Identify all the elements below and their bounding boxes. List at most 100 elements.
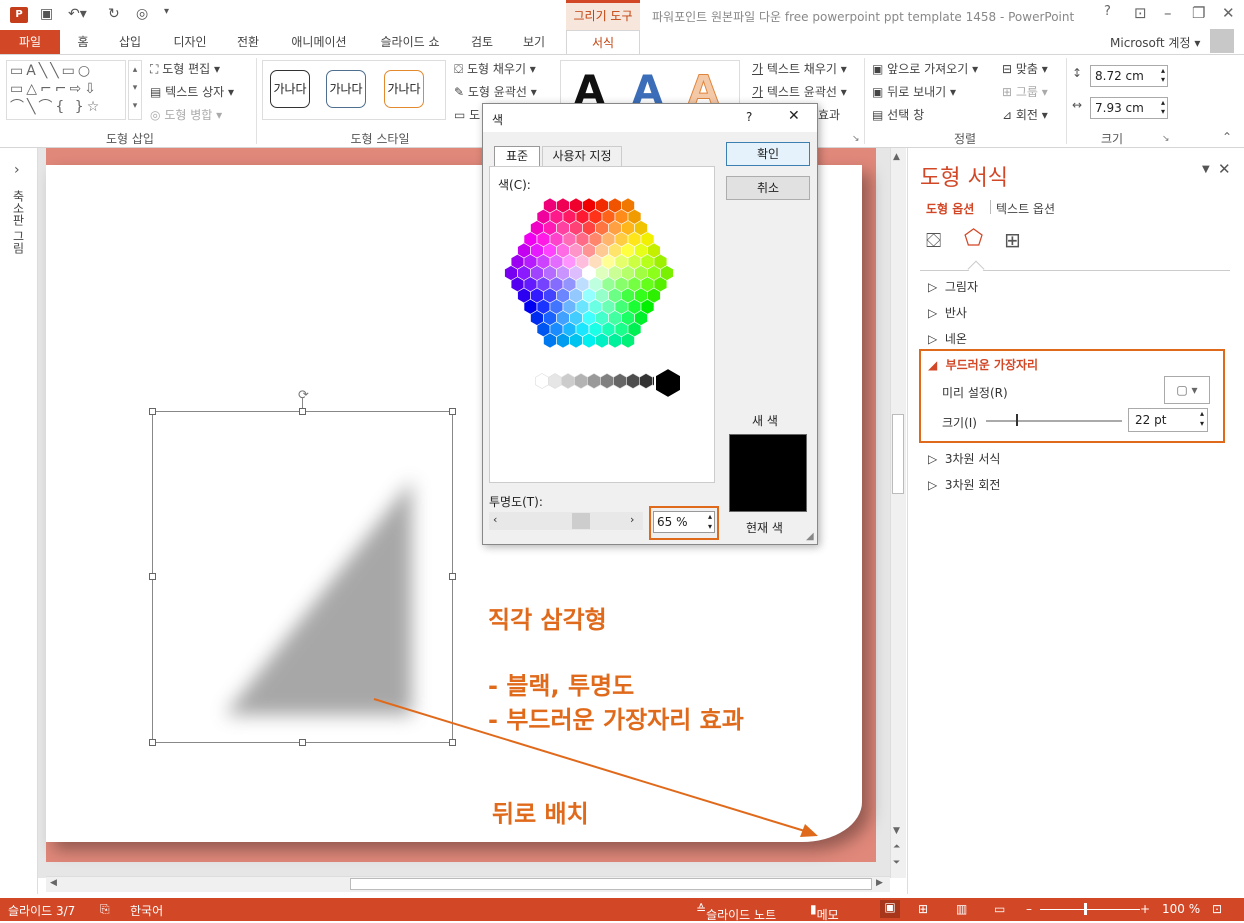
section-reflection[interactable]: ▷ 반사 xyxy=(928,304,967,321)
avatar[interactable] xyxy=(1210,29,1234,53)
resize-handle[interactable] xyxy=(299,408,306,415)
previous-slide-icon[interactable]: ⏶ xyxy=(893,842,900,852)
group-button[interactable]: ⊞ 그룹 ▾ xyxy=(1002,83,1048,100)
text-box-button[interactable]: ▤ 텍스트 상자 ▾ xyxy=(150,83,234,100)
restore-button[interactable]: ❐ xyxy=(1192,4,1205,22)
dialog-launcher-icon[interactable]: ↘ xyxy=(852,134,860,144)
zoom-out-icon[interactable]: – xyxy=(1026,902,1032,916)
expand-thumbnails-icon[interactable]: › xyxy=(14,162,20,178)
horizontal-scroll-thumb[interactable] xyxy=(350,878,872,890)
size-slider-track[interactable] xyxy=(986,420,1122,422)
slider-left-icon[interactable]: ‹ xyxy=(493,513,497,526)
resize-handle[interactable] xyxy=(449,739,456,746)
grey-cell[interactable] xyxy=(626,373,640,389)
thumbnail-pane-collapsed[interactable] xyxy=(0,148,38,894)
transparency-slider-thumb[interactable] xyxy=(572,513,590,529)
next-slide-icon[interactable]: ⏷ xyxy=(893,858,900,868)
soft-edges-size-input[interactable]: 22 pt ▴ ▾ xyxy=(1128,408,1208,432)
language-indicator[interactable]: 한국어 xyxy=(130,902,163,919)
section-glow[interactable]: ▷ 네온 xyxy=(928,330,967,347)
vertical-scrollbar[interactable] xyxy=(890,148,906,878)
vertical-scroll-thumb[interactable] xyxy=(892,414,904,494)
text-outline-button[interactable]: 가 텍스트 윤곽선 ▾ xyxy=(752,83,847,100)
fit-slide-icon[interactable]: ⊡ xyxy=(1212,902,1222,916)
transparency-slider[interactable] xyxy=(489,512,643,530)
shape-outline-button[interactable]: ✎ 도형 윤곽선 ▾ xyxy=(454,83,537,100)
help-button[interactable]: ? xyxy=(1104,4,1111,19)
grey-cell[interactable] xyxy=(613,373,627,389)
grey-cell[interactable] xyxy=(587,373,601,389)
section-3d-format[interactable]: ▷ 3차원 서식 xyxy=(928,450,1000,467)
account-menu[interactable]: Microsoft 계정 ▾ xyxy=(1110,34,1200,51)
section-shadow[interactable]: ▷ 그림자 xyxy=(928,278,978,295)
send-backward-button[interactable]: ▣ 뒤로 보내기 ▾ xyxy=(872,83,956,100)
text-effects-button[interactable]: 효과 xyxy=(818,106,840,123)
tab-review[interactable]: 검토 xyxy=(462,30,502,54)
scroll-right-icon[interactable]: ▶ xyxy=(876,878,883,888)
tab-insert[interactable]: 삽입 xyxy=(110,30,150,54)
rotate-button[interactable]: ⊿ 회전 ▾ xyxy=(1002,106,1048,123)
text-fill-button[interactable]: 가 텍스트 채우기 ▾ xyxy=(752,60,847,77)
normal-view-icon[interactable]: ▣ xyxy=(880,900,900,918)
tab-slideshow[interactable]: 슬라이드 쇼 xyxy=(370,30,450,54)
fill-line-icon[interactable]: ⛋ xyxy=(926,228,941,252)
customize-qat-icon[interactable]: ▾ xyxy=(164,6,169,17)
comments-button[interactable]: ▮ 메모 xyxy=(810,902,839,922)
tab-file[interactable]: 파일 xyxy=(0,30,60,54)
size-slider-thumb[interactable] xyxy=(1016,414,1018,426)
shape-style-2[interactable]: 가나다 xyxy=(326,70,366,108)
align-button[interactable]: ⊟ 맞춤 ▾ xyxy=(1002,60,1048,77)
spellcheck-icon[interactable]: ⎘ xyxy=(100,902,110,917)
reading-view-icon[interactable]: ▥ xyxy=(956,902,967,916)
tab-view[interactable]: 보기 xyxy=(514,30,554,54)
grey-cell[interactable] xyxy=(548,373,562,389)
dialog-help-button[interactable]: ? xyxy=(746,110,752,124)
grey-cell[interactable] xyxy=(600,373,614,389)
scroll-left-icon[interactable]: ◀ xyxy=(50,878,57,888)
section-soft-edges[interactable]: ◢ 부드러운 가장자리 xyxy=(928,356,1038,373)
shapes-gallery-scroll[interactable]: ▴ ▾ ▾ xyxy=(128,60,142,120)
tab-design[interactable]: 디자인 xyxy=(164,30,216,54)
notes-button[interactable]: ≙ 슬라이드 노트 xyxy=(696,902,776,922)
resize-handle[interactable] xyxy=(449,573,456,580)
grey-cell[interactable] xyxy=(574,373,588,389)
grey-cell[interactable] xyxy=(561,373,575,389)
tab-animations[interactable]: 애니메이션 xyxy=(280,30,358,54)
tab-standard[interactable]: 표준 xyxy=(494,146,540,166)
tab-transitions[interactable]: 전환 xyxy=(228,30,268,54)
redo-icon[interactable]: ↻ xyxy=(108,6,120,22)
edit-shape-button[interactable]: ⛶ 도형 편집 ▾ xyxy=(150,60,220,77)
cancel-button[interactable]: 취소 xyxy=(726,176,810,200)
resize-handle[interactable] xyxy=(149,573,156,580)
selection-pane-button[interactable]: ▤ 선택 창 xyxy=(872,106,924,123)
resize-handle[interactable] xyxy=(149,408,156,415)
scroll-down-icon[interactable]: ▼ xyxy=(893,826,900,836)
resize-handle[interactable] xyxy=(299,739,306,746)
undo-icon[interactable]: ↶▾ xyxy=(68,6,87,22)
zoom-slider[interactable] xyxy=(1040,909,1140,910)
dialog-launcher-icon[interactable]: ↘ xyxy=(1162,134,1170,144)
close-button[interactable]: ✕ xyxy=(1222,4,1235,22)
bring-forward-button[interactable]: ▣ 앞으로 가져오기 ▾ xyxy=(872,60,978,77)
save-icon[interactable]: ▣ xyxy=(40,6,53,22)
tab-home[interactable]: 홈 xyxy=(66,30,100,54)
grey-cell[interactable] xyxy=(535,373,549,389)
selected-black-cell[interactable] xyxy=(654,366,682,400)
shapes-gallery[interactable]: ▭A╲╲▭○ ▭△⌐⌐⇨⇩ ⌒╲⌒{ }☆ xyxy=(6,60,126,120)
minimize-button[interactable]: – xyxy=(1164,4,1172,22)
ok-button[interactable]: 확인 xyxy=(726,142,810,166)
rotate-handle-icon[interactable]: ⟳ xyxy=(298,388,309,403)
pane-options-icon[interactable]: ▼ xyxy=(1202,164,1210,175)
slideshow-view-icon[interactable]: ▭ xyxy=(994,902,1005,916)
color-honeycomb[interactable] xyxy=(494,195,694,410)
effects-pentagon-icon[interactable]: ⬠ xyxy=(964,226,983,251)
ribbon-display-icon[interactable]: ⊡ xyxy=(1134,4,1147,22)
merge-shapes-button[interactable]: ◎ 도형 병합 ▾ xyxy=(150,106,222,123)
slide-sorter-icon[interactable]: ⊞ xyxy=(918,902,928,916)
tab-custom[interactable]: 사용자 지정 xyxy=(542,146,622,166)
resize-grip-icon[interactable]: ◢ xyxy=(806,531,814,542)
shape-width-input[interactable]: 7.93 cm ▴ ▾ xyxy=(1090,97,1168,119)
shape-effects-button[interactable]: ▭ 도 xyxy=(454,106,480,123)
pane-close-icon[interactable]: ✕ xyxy=(1218,160,1231,178)
zoom-level[interactable]: 100 % xyxy=(1162,902,1200,916)
